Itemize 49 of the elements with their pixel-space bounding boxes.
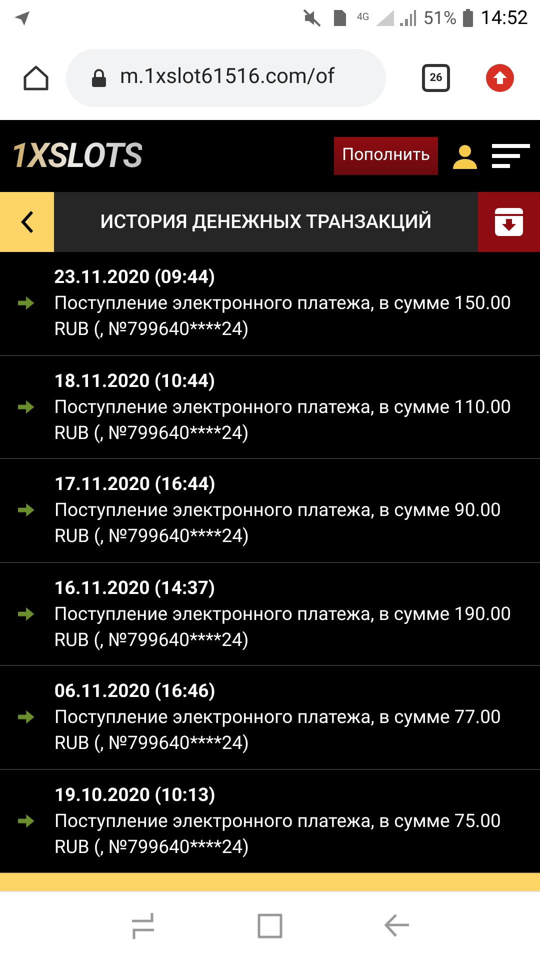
archive-button[interactable] (478, 192, 540, 252)
signal-icon (399, 9, 418, 27)
arrow-right-icon (18, 398, 34, 416)
recent-apps-icon[interactable] (130, 912, 156, 940)
upload-icon[interactable] (486, 64, 514, 92)
transaction-description: Поступление электронного платежа, в сумме 110.00 RUB (, №799640****24) (54, 394, 512, 446)
arrow-right-icon (18, 604, 34, 623)
transaction-date: 18.11.2020 (10:44) (54, 368, 216, 394)
transaction-row[interactable]: 18.11.2020 (10:44) Поступление электронного платежа, в сумме 110.00 RUB (, №799640****24) (0, 356, 540, 459)
transaction-description: Поступление электронного платежа, в сумме 90.00 RUB (, №799640****24) (54, 498, 502, 550)
transaction-date: 17.11.2020 (16:44) (54, 472, 216, 498)
transaction-date: 06.11.2020 (16:46) (54, 679, 216, 704)
transaction-row[interactable]: 23.11.2020 (09:44) Поступление электронного платежа, в сумме 150.00 RUB (, №799640****24) (0, 252, 540, 356)
transaction-description: Поступление электронного платежа, в сумме 75.00 RUB (, №799640****24) (54, 808, 502, 860)
send-icon (12, 9, 32, 27)
lock-icon (92, 69, 106, 87)
battery-percent: 51% (423, 6, 457, 30)
arrow-right-icon (18, 294, 34, 312)
sim-icon (332, 9, 347, 27)
transaction-description: Поступление электронного платежа, в сумме 190.00 RUB (, №799640****24) (54, 602, 512, 653)
tabs-counter[interactable]: 26 (422, 64, 450, 92)
clock: 14:52 (480, 4, 528, 31)
transaction-row[interactable]: 06.11.2020 (16:46) Поступление электронного платежа, в сумме 77.00 RUB (, №799640****24) (0, 666, 540, 770)
arrow-right-icon (18, 812, 34, 830)
home-button-icon[interactable] (256, 913, 283, 939)
transaction-description: Поступление электронного платежа, в сумме 150.00 RUB (, №799640****24) (54, 291, 512, 342)
user-icon[interactable] (452, 143, 478, 169)
menu-icon[interactable] (492, 144, 530, 168)
back-button[interactable] (0, 192, 54, 252)
network-type: 4G (356, 13, 370, 23)
transaction-date: 19.10.2020 (10:13) (54, 782, 216, 808)
page-title: ИСТОРИЯ ДЕНЕЖНЫХ ТРАНЗАКЦИЙ (99, 208, 433, 235)
back-arrow-icon[interactable] (384, 913, 410, 939)
arrow-right-icon (18, 708, 34, 726)
transaction-row[interactable]: 16.11.2020 (14:37) Поступление электронного платежа, в сумме 190.00 RUB (, №799640****24) (0, 562, 540, 666)
home-icon[interactable] (22, 64, 50, 92)
transaction-row[interactable]: 17.11.2020 (16:44) Поступление электронного платежа, в сумме 90.00 RUB (, №799640****24) (0, 459, 540, 562)
transaction-date: 16.11.2020 (14:37) (54, 576, 216, 601)
mute-icon (302, 9, 323, 27)
deposit-button[interactable]: Пополнить (334, 137, 438, 175)
archive-download-icon (494, 207, 524, 237)
transaction-date: 23.11.2020 (09:44) (54, 265, 216, 290)
battery-icon (462, 9, 473, 27)
address-bar[interactable]: m.1xslot61516.com/of (66, 49, 386, 107)
signal-icon (375, 9, 396, 27)
url-text: m.1xslot61516.com/of (120, 64, 335, 92)
chevron-left-icon (20, 210, 34, 234)
transaction-description: Поступление электронного платежа, в сумме 77.00 RUB (, №799640****24) (54, 705, 502, 756)
arrow-right-icon (18, 501, 34, 520)
